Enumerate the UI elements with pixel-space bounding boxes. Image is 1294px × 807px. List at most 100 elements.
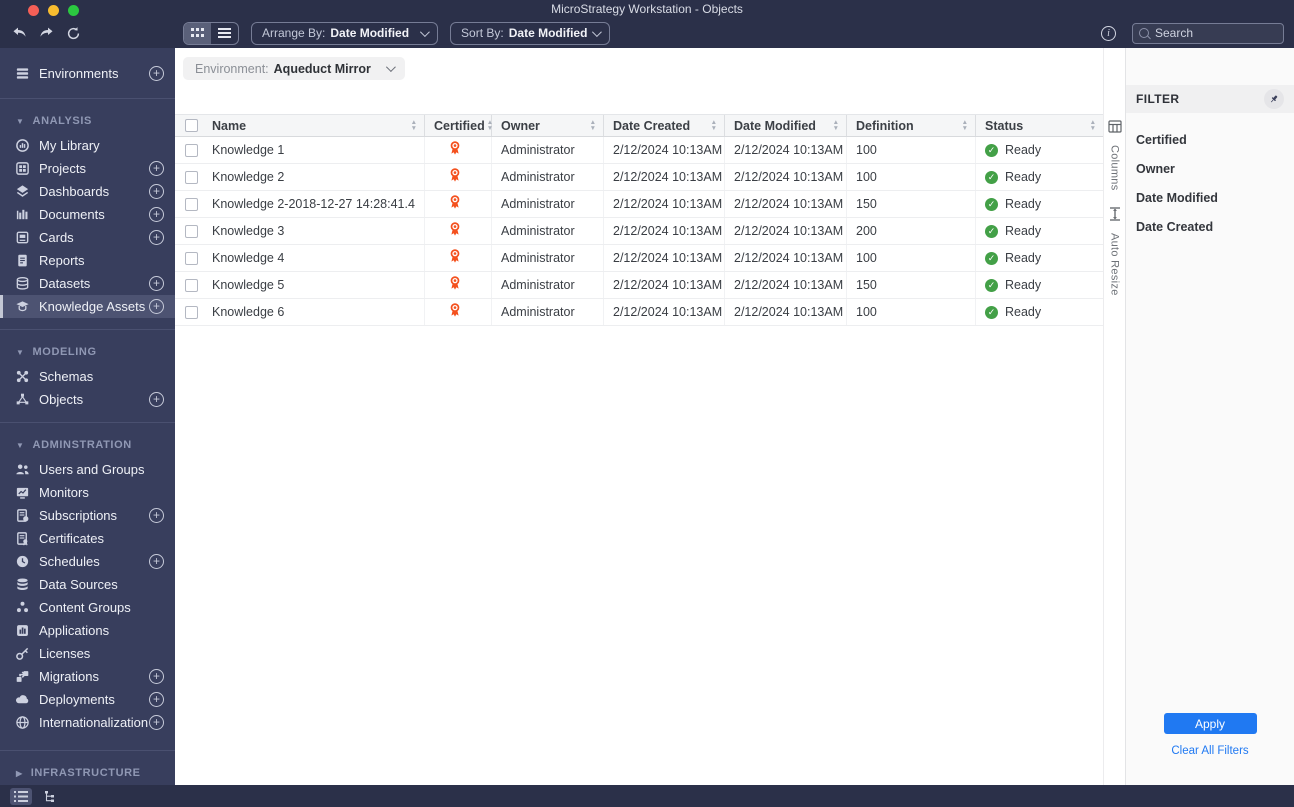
column-header-certified[interactable]: Certified ▲ ▼	[425, 115, 493, 136]
apply-button[interactable]: Apply	[1163, 713, 1257, 734]
add-schedule-button[interactable]: +	[149, 554, 164, 569]
section-analysis[interactable]: ▼ ANALYSIS	[0, 110, 175, 132]
column-header-date-created[interactable]: Date Created ▲ ▼	[604, 115, 725, 136]
add-subscription-button[interactable]: +	[149, 508, 164, 523]
row-checkbox[interactable]	[185, 170, 198, 184]
column-header-definition[interactable]: Definition ▲ ▼	[847, 115, 976, 136]
sidebar-item-cards[interactable]: Cards +	[0, 226, 175, 249]
view-toggle[interactable]	[183, 21, 239, 45]
sidebar-item-content-groups[interactable]: Content Groups	[0, 596, 175, 619]
tree-mode-button[interactable]	[40, 788, 62, 805]
refresh-icon[interactable]	[66, 26, 81, 41]
section-infrastructure[interactable]: ▶ INFRASTRUCTURE	[0, 762, 175, 784]
sidebar-item-knowledge-assets[interactable]: Knowledge Assets +	[0, 295, 175, 318]
row-checkbox[interactable]	[185, 197, 198, 211]
sidebar-item-schemas[interactable]: Schemas	[0, 365, 175, 388]
clear-all-filters-link[interactable]: Clear All Filters	[1171, 745, 1248, 757]
filter-item-date-modified[interactable]: Date Modified	[1136, 183, 1294, 212]
add-project-button[interactable]: +	[149, 161, 164, 176]
sidebar-item-internationalization[interactable]: Internationalization +	[0, 711, 175, 734]
auto-resize-icon[interactable]	[1109, 206, 1121, 226]
list-view-button[interactable]	[211, 23, 238, 44]
table-row[interactable]: Knowledge 5 Administrator 2/12/2024 10:1…	[175, 272, 1103, 299]
sidebar-item-monitors[interactable]: Monitors	[0, 481, 175, 504]
sidebar-item-my-library[interactable]: My Library	[0, 134, 175, 157]
table-row[interactable]: Knowledge 1 Administrator 2/12/2024 10:1…	[175, 137, 1103, 164]
sidebar-item-licenses[interactable]: Licenses	[0, 642, 175, 665]
sidebar-item-documents[interactable]: Documents +	[0, 203, 175, 226]
add-document-button[interactable]: +	[149, 207, 164, 222]
row-checkbox[interactable]	[185, 305, 198, 319]
filter-item-certified[interactable]: Certified	[1136, 125, 1294, 154]
grid-view-button[interactable]	[184, 22, 211, 44]
select-all-checkbox[interactable]	[185, 119, 198, 132]
row-checkbox[interactable]	[185, 251, 198, 265]
column-header-owner[interactable]: Owner ▲ ▼	[492, 115, 604, 136]
columns-label[interactable]: Columns	[1109, 145, 1121, 191]
search-input[interactable]	[1155, 26, 1265, 40]
add-migration-button[interactable]: +	[149, 669, 164, 684]
info-icon[interactable]: i	[1101, 25, 1116, 41]
environment-dropdown[interactable]: Environment: Aqueduct Mirror	[183, 57, 405, 80]
arrange-by-dropdown[interactable]: Arrange By: Date Modified	[251, 21, 439, 45]
row-checkbox[interactable]	[185, 143, 198, 157]
sidebar-item-applications[interactable]: Applications	[0, 619, 175, 642]
column-header-date-modified[interactable]: Date Modified ▲ ▼	[725, 115, 847, 136]
cell-status: ✓ Ready	[976, 137, 1103, 163]
table-row[interactable]: Knowledge 2-2018-12-27 14:28:41.4 Admini…	[175, 191, 1103, 218]
cell-definition: 150	[847, 272, 976, 298]
sidebar-item-users-and-groups[interactable]: Users and Groups	[0, 458, 175, 481]
sidebar-item-deployments[interactable]: Deployments +	[0, 688, 175, 711]
sidebar-item-data-sources[interactable]: Data Sources	[0, 573, 175, 596]
add-dashboard-button[interactable]: +	[149, 184, 164, 199]
sidebar-item-migrations[interactable]: Migrations +	[0, 665, 175, 688]
search-box[interactable]	[1132, 22, 1284, 44]
sidebar-item-certificates[interactable]: Certificates	[0, 527, 175, 550]
window-controls[interactable]	[28, 5, 79, 16]
row-checkbox[interactable]	[185, 278, 198, 292]
sort-icon[interactable]: ▲ ▼	[1090, 120, 1096, 131]
table-row[interactable]: Knowledge 3 Administrator 2/12/2024 10:1…	[175, 218, 1103, 245]
sort-icon[interactable]: ▲ ▼	[962, 120, 968, 131]
table-row[interactable]: Knowledge 6 Administrator 2/12/2024 10:1…	[175, 299, 1103, 326]
sort-icon[interactable]: ▲ ▼	[590, 120, 596, 131]
sidebar-item-environments[interactable]: Environments +	[0, 60, 175, 87]
sidebar-item-schedules[interactable]: Schedules +	[0, 550, 175, 573]
add-object-button[interactable]: +	[149, 392, 164, 407]
sort-icon[interactable]: ▲ ▼	[833, 120, 839, 131]
add-knowledge-asset-button[interactable]: +	[149, 299, 164, 314]
undo-icon[interactable]	[12, 27, 27, 39]
sidebar-item-subscriptions[interactable]: Subscriptions +	[0, 504, 175, 527]
cell-definition: 200	[847, 218, 976, 244]
sidebar-item-objects[interactable]: Objects +	[0, 388, 175, 411]
close-window-button[interactable]	[28, 5, 39, 16]
add-dataset-button[interactable]: +	[149, 276, 164, 291]
redo-icon[interactable]	[39, 27, 54, 39]
auto-resize-label[interactable]: Auto Resize	[1109, 233, 1121, 296]
add-deployment-button[interactable]: +	[149, 692, 164, 707]
filter-item-owner[interactable]: Owner	[1136, 154, 1294, 183]
zoom-window-button[interactable]	[68, 5, 79, 16]
sidebar-item-projects[interactable]: Projects +	[0, 157, 175, 180]
add-environment-button[interactable]: +	[149, 66, 164, 81]
column-header-name[interactable]: Name ▲ ▼	[203, 115, 425, 136]
add-internationalization-button[interactable]: +	[149, 715, 164, 730]
pin-icon[interactable]	[1264, 89, 1284, 109]
sidebar-item-datasets[interactable]: Datasets +	[0, 272, 175, 295]
flat-list-mode-button[interactable]	[10, 787, 32, 805]
sort-icon[interactable]: ▲ ▼	[411, 120, 417, 131]
sidebar-item-dashboards[interactable]: Dashboards +	[0, 180, 175, 203]
section-modeling[interactable]: ▼ MODELING	[0, 341, 175, 363]
sort-icon[interactable]: ▲ ▼	[711, 120, 717, 131]
columns-icon[interactable]	[1107, 120, 1122, 138]
sort-by-dropdown[interactable]: Sort By: Date Modified	[450, 21, 611, 45]
minimize-window-button[interactable]	[48, 5, 59, 16]
filter-item-date-created[interactable]: Date Created	[1136, 212, 1294, 241]
section-administration[interactable]: ▼ ADMINSTRATION	[0, 434, 175, 456]
table-row[interactable]: Knowledge 4 Administrator 2/12/2024 10:1…	[175, 245, 1103, 272]
row-checkbox[interactable]	[185, 224, 198, 238]
column-header-status[interactable]: Status ▲ ▼	[976, 115, 1103, 136]
add-card-button[interactable]: +	[149, 230, 164, 245]
table-row[interactable]: Knowledge 2 Administrator 2/12/2024 10:1…	[175, 164, 1103, 191]
sidebar-item-reports[interactable]: Reports	[0, 249, 175, 272]
